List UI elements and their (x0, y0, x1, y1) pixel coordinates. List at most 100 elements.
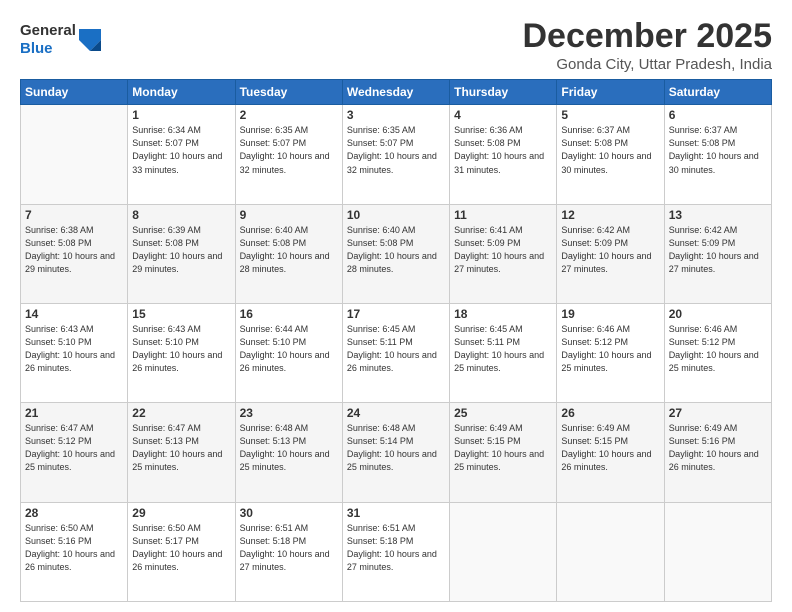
day-info: Sunrise: 6:51 AMSunset: 5:18 PMDaylight:… (240, 523, 330, 572)
table-row: 23 Sunrise: 6:48 AMSunset: 5:13 PMDaylig… (235, 403, 342, 502)
table-row (664, 502, 771, 601)
table-row: 27 Sunrise: 6:49 AMSunset: 5:16 PMDaylig… (664, 403, 771, 502)
day-number: 16 (240, 307, 338, 321)
table-row: 11 Sunrise: 6:41 AMSunset: 5:09 PMDaylig… (450, 204, 557, 303)
table-row: 7 Sunrise: 6:38 AMSunset: 5:08 PMDayligh… (21, 204, 128, 303)
day-info: Sunrise: 6:40 AMSunset: 5:08 PMDaylight:… (240, 225, 330, 274)
day-number: 10 (347, 208, 445, 222)
table-row: 31 Sunrise: 6:51 AMSunset: 5:18 PMDaylig… (342, 502, 449, 601)
table-row: 21 Sunrise: 6:47 AMSunset: 5:12 PMDaylig… (21, 403, 128, 502)
day-info: Sunrise: 6:35 AMSunset: 5:07 PMDaylight:… (347, 125, 437, 174)
calendar-week-row: 21 Sunrise: 6:47 AMSunset: 5:12 PMDaylig… (21, 403, 772, 502)
day-info: Sunrise: 6:51 AMSunset: 5:18 PMDaylight:… (347, 523, 437, 572)
table-row: 12 Sunrise: 6:42 AMSunset: 5:09 PMDaylig… (557, 204, 664, 303)
day-number: 2 (240, 108, 338, 122)
table-row: 16 Sunrise: 6:44 AMSunset: 5:10 PMDaylig… (235, 304, 342, 403)
location-subtitle: Gonda City, Uttar Pradesh, India (522, 56, 772, 73)
day-number: 18 (454, 307, 552, 321)
day-info: Sunrise: 6:39 AMSunset: 5:08 PMDaylight:… (132, 225, 222, 274)
logo: GeneralBlue (20, 22, 101, 58)
day-number: 31 (347, 506, 445, 520)
day-info: Sunrise: 6:44 AMSunset: 5:10 PMDaylight:… (240, 324, 330, 373)
table-row: 1 Sunrise: 6:34 AMSunset: 5:07 PMDayligh… (128, 105, 235, 204)
col-thursday: Thursday (450, 80, 557, 105)
day-number: 22 (132, 406, 230, 420)
col-tuesday: Tuesday (235, 80, 342, 105)
table-row: 28 Sunrise: 6:50 AMSunset: 5:16 PMDaylig… (21, 502, 128, 601)
day-number: 11 (454, 208, 552, 222)
day-number: 15 (132, 307, 230, 321)
day-info: Sunrise: 6:45 AMSunset: 5:11 PMDaylight:… (347, 324, 437, 373)
table-row: 15 Sunrise: 6:43 AMSunset: 5:10 PMDaylig… (128, 304, 235, 403)
table-row (21, 105, 128, 204)
month-title: December 2025 (522, 18, 772, 55)
table-row: 17 Sunrise: 6:45 AMSunset: 5:11 PMDaylig… (342, 304, 449, 403)
day-number: 7 (25, 208, 123, 222)
day-info: Sunrise: 6:47 AMSunset: 5:13 PMDaylight:… (132, 423, 222, 472)
table-row: 13 Sunrise: 6:42 AMSunset: 5:09 PMDaylig… (664, 204, 771, 303)
day-number: 23 (240, 406, 338, 420)
table-row: 14 Sunrise: 6:43 AMSunset: 5:10 PMDaylig… (21, 304, 128, 403)
day-info: Sunrise: 6:46 AMSunset: 5:12 PMDaylight:… (561, 324, 651, 373)
table-row: 26 Sunrise: 6:49 AMSunset: 5:15 PMDaylig… (557, 403, 664, 502)
table-row: 30 Sunrise: 6:51 AMSunset: 5:18 PMDaylig… (235, 502, 342, 601)
table-row: 25 Sunrise: 6:49 AMSunset: 5:15 PMDaylig… (450, 403, 557, 502)
day-info: Sunrise: 6:49 AMSunset: 5:16 PMDaylight:… (669, 423, 759, 472)
calendar-header-row: Sunday Monday Tuesday Wednesday Thursday… (21, 80, 772, 105)
day-info: Sunrise: 6:35 AMSunset: 5:07 PMDaylight:… (240, 125, 330, 174)
day-number: 1 (132, 108, 230, 122)
table-row: 5 Sunrise: 6:37 AMSunset: 5:08 PMDayligh… (557, 105, 664, 204)
table-row: 19 Sunrise: 6:46 AMSunset: 5:12 PMDaylig… (557, 304, 664, 403)
table-row: 20 Sunrise: 6:46 AMSunset: 5:12 PMDaylig… (664, 304, 771, 403)
calendar-week-row: 14 Sunrise: 6:43 AMSunset: 5:10 PMDaylig… (21, 304, 772, 403)
day-info: Sunrise: 6:48 AMSunset: 5:13 PMDaylight:… (240, 423, 330, 472)
day-number: 28 (25, 506, 123, 520)
day-number: 12 (561, 208, 659, 222)
day-number: 26 (561, 406, 659, 420)
table-row: 24 Sunrise: 6:48 AMSunset: 5:14 PMDaylig… (342, 403, 449, 502)
day-info: Sunrise: 6:50 AMSunset: 5:16 PMDaylight:… (25, 523, 115, 572)
day-number: 19 (561, 307, 659, 321)
calendar-week-row: 28 Sunrise: 6:50 AMSunset: 5:16 PMDaylig… (21, 502, 772, 601)
day-number: 13 (669, 208, 767, 222)
logo-general: General (20, 22, 76, 40)
table-row: 9 Sunrise: 6:40 AMSunset: 5:08 PMDayligh… (235, 204, 342, 303)
day-number: 5 (561, 108, 659, 122)
day-info: Sunrise: 6:36 AMSunset: 5:08 PMDaylight:… (454, 125, 544, 174)
col-saturday: Saturday (664, 80, 771, 105)
day-info: Sunrise: 6:37 AMSunset: 5:08 PMDaylight:… (561, 125, 651, 174)
day-number: 17 (347, 307, 445, 321)
day-info: Sunrise: 6:34 AMSunset: 5:07 PMDaylight:… (132, 125, 222, 174)
day-number: 4 (454, 108, 552, 122)
calendar-week-row: 1 Sunrise: 6:34 AMSunset: 5:07 PMDayligh… (21, 105, 772, 204)
day-number: 27 (669, 406, 767, 420)
day-info: Sunrise: 6:47 AMSunset: 5:12 PMDaylight:… (25, 423, 115, 472)
table-row (450, 502, 557, 601)
day-number: 30 (240, 506, 338, 520)
day-info: Sunrise: 6:42 AMSunset: 5:09 PMDaylight:… (561, 225, 651, 274)
day-info: Sunrise: 6:40 AMSunset: 5:08 PMDaylight:… (347, 225, 437, 274)
day-info: Sunrise: 6:45 AMSunset: 5:11 PMDaylight:… (454, 324, 544, 373)
logo-icon (79, 29, 101, 51)
day-number: 6 (669, 108, 767, 122)
table-row: 29 Sunrise: 6:50 AMSunset: 5:17 PMDaylig… (128, 502, 235, 601)
col-monday: Monday (128, 80, 235, 105)
table-row: 8 Sunrise: 6:39 AMSunset: 5:08 PMDayligh… (128, 204, 235, 303)
day-number: 29 (132, 506, 230, 520)
day-info: Sunrise: 6:37 AMSunset: 5:08 PMDaylight:… (669, 125, 759, 174)
day-number: 9 (240, 208, 338, 222)
calendar-week-row: 7 Sunrise: 6:38 AMSunset: 5:08 PMDayligh… (21, 204, 772, 303)
day-info: Sunrise: 6:43 AMSunset: 5:10 PMDaylight:… (25, 324, 115, 373)
table-row: 3 Sunrise: 6:35 AMSunset: 5:07 PMDayligh… (342, 105, 449, 204)
day-number: 8 (132, 208, 230, 222)
calendar-table: Sunday Monday Tuesday Wednesday Thursday… (20, 79, 772, 602)
day-info: Sunrise: 6:50 AMSunset: 5:17 PMDaylight:… (132, 523, 222, 572)
table-row: 4 Sunrise: 6:36 AMSunset: 5:08 PMDayligh… (450, 105, 557, 204)
day-info: Sunrise: 6:38 AMSunset: 5:08 PMDaylight:… (25, 225, 115, 274)
page: GeneralBlue December 2025 Gonda City, Ut… (0, 0, 792, 612)
table-row: 22 Sunrise: 6:47 AMSunset: 5:13 PMDaylig… (128, 403, 235, 502)
col-wednesday: Wednesday (342, 80, 449, 105)
day-info: Sunrise: 6:41 AMSunset: 5:09 PMDaylight:… (454, 225, 544, 274)
day-info: Sunrise: 6:48 AMSunset: 5:14 PMDaylight:… (347, 423, 437, 472)
col-sunday: Sunday (21, 80, 128, 105)
